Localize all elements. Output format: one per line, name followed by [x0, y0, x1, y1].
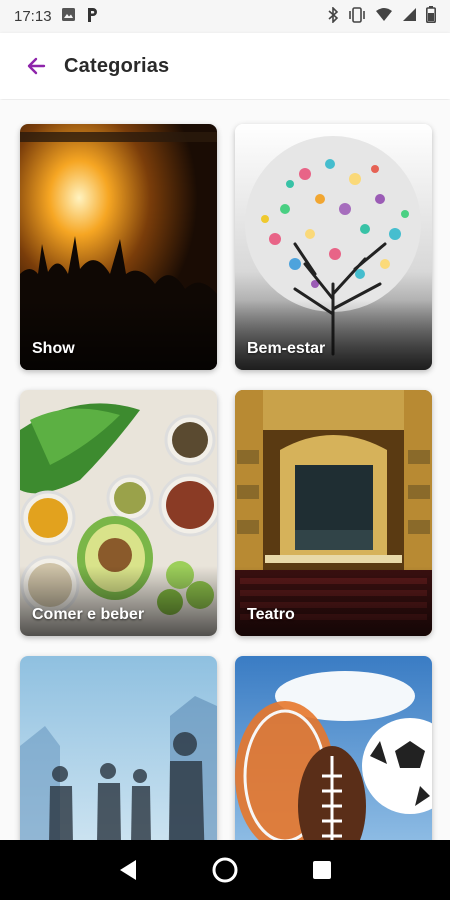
category-card-teatro[interactable]: Teatro	[235, 390, 432, 636]
bluetooth-icon	[327, 5, 339, 27]
nav-home-button[interactable]	[205, 850, 245, 890]
category-label: Bem-estar	[247, 340, 326, 357]
category-label: Show	[32, 340, 75, 357]
image-icon	[61, 7, 76, 26]
home-circle-icon	[212, 857, 238, 883]
category-grid: Show Bem-estar Comer e beber Teatro	[0, 100, 450, 840]
battery-icon	[426, 6, 436, 27]
status-bar: 17:13	[0, 0, 450, 33]
recents-square-icon	[312, 861, 331, 879]
sports-image	[235, 656, 432, 840]
system-nav-bar	[0, 840, 450, 900]
app-bar: Categorias	[0, 33, 450, 99]
category-card-comer-e-beber[interactable]: Comer e beber	[20, 390, 217, 636]
category-card-bem-estar[interactable]: Bem-estar	[235, 124, 432, 370]
signal-icon	[402, 7, 417, 26]
category-card-show[interactable]: Show	[20, 124, 217, 370]
p-app-icon	[85, 7, 99, 27]
back-triangle-icon	[120, 860, 137, 880]
wifi-icon	[375, 7, 393, 26]
arrow-left-icon	[27, 57, 46, 75]
business-image	[20, 656, 217, 840]
category-card-5[interactable]	[20, 656, 217, 840]
back-button[interactable]	[21, 51, 51, 81]
card-shade	[235, 566, 432, 636]
category-label: Teatro	[247, 606, 295, 623]
category-label: Comer e beber	[32, 606, 145, 623]
nav-recents-button[interactable]	[302, 850, 342, 890]
card-shade	[20, 566, 217, 636]
vibrate-icon	[348, 6, 366, 27]
page-title: Categorias	[64, 54, 170, 77]
status-time: 17:13	[14, 8, 52, 25]
category-card-6[interactable]	[235, 656, 432, 840]
nav-back-button[interactable]	[108, 850, 148, 890]
card-shade	[235, 300, 432, 370]
card-shade	[20, 300, 217, 370]
